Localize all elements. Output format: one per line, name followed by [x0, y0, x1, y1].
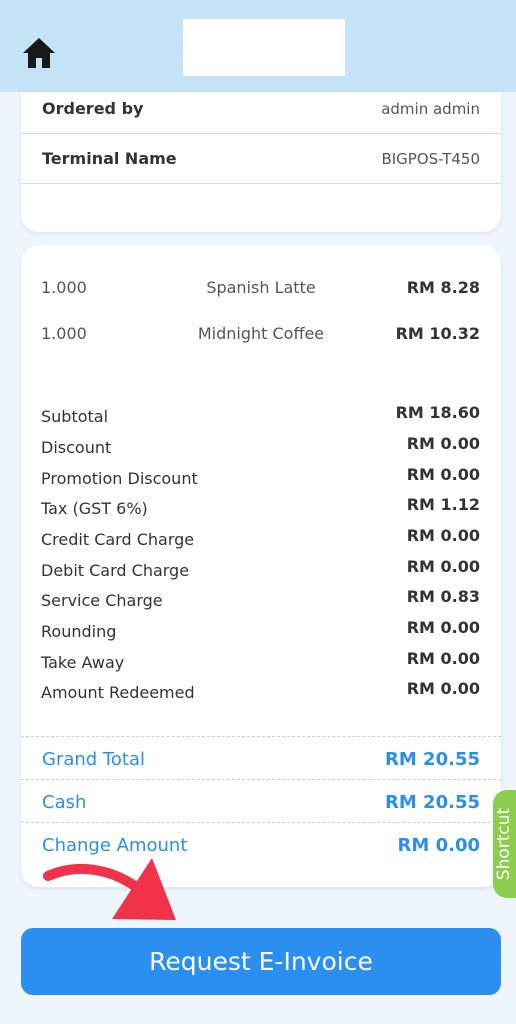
summary-value: RM 0.00 — [406, 526, 480, 545]
summary-value: RM 0.00 — [406, 649, 480, 668]
item-price: RM 8.28 — [406, 278, 480, 297]
cash-label: Cash — [42, 792, 87, 813]
store-logo — [183, 19, 345, 76]
summary-row-take-away: Take Away RM 0.00 — [21, 649, 501, 677]
summary-row-debit-card-charge: Debit Card Charge RM 0.00 — [21, 557, 501, 585]
summary-value: RM 0.00 — [406, 618, 480, 637]
summary-row-credit-card-charge: Credit Card Charge RM 0.00 — [21, 526, 501, 554]
summary-value: RM 0.83 — [406, 587, 480, 606]
summary-value: RM 0.00 — [406, 434, 480, 453]
summary-label: Subtotal — [41, 407, 109, 426]
summary-value: RM 1.12 — [406, 495, 480, 514]
home-button[interactable] — [20, 35, 58, 71]
ordered-by-value: admin admin — [381, 99, 480, 118]
summary-label: Take Away — [41, 653, 125, 672]
grand-total-label: Grand Total — [42, 749, 145, 770]
item-quantity: 1.000 — [41, 324, 87, 343]
item-price: RM 10.32 — [395, 324, 480, 343]
summary-label: Amount Redeemed — [41, 683, 195, 702]
order-info-card: Ordered by admin admin Terminal Name BIG… — [21, 92, 501, 232]
summary-label: Discount — [41, 438, 112, 457]
summary-label: Debit Card Charge — [41, 561, 190, 580]
summary-label: Tax (GST 6%) — [41, 499, 148, 518]
summary-row-discount: Discount RM 0.00 — [21, 434, 501, 462]
item-name: Midnight Coffee — [197, 324, 325, 343]
cash-value: RM 20.55 — [385, 792, 480, 813]
summary-row-rounding: Rounding RM 0.00 — [21, 618, 501, 646]
grand-total-row: Grand Total RM 20.55 — [21, 736, 501, 778]
shortcut-label: Shortcut — [494, 807, 514, 881]
cash-row: Cash RM 20.55 — [21, 779, 501, 821]
item-name: Spanish Latte — [206, 278, 316, 297]
receipt-card: 1.000 Spanish Latte RM 8.28 1.000 Midnig… — [21, 245, 501, 887]
shortcut-tab[interactable]: Shortcut — [493, 790, 516, 898]
request-einvoice-button[interactable]: Request E-Invoice — [21, 928, 501, 995]
terminal-name-value: BIGPOS-T450 — [381, 149, 480, 168]
item-quantity: 1.000 — [41, 278, 87, 297]
list-item: 1.000 Spanish Latte RM 8.28 — [21, 278, 501, 302]
summary-row-subtotal: Subtotal RM 18.60 — [21, 403, 501, 431]
summary-label: Promotion Discount — [41, 469, 198, 488]
summary-value: RM 0.00 — [406, 557, 480, 576]
terminal-name-row: Terminal Name BIGPOS-T450 — [21, 134, 501, 184]
change-amount-value: RM 0.00 — [397, 835, 480, 856]
grand-total-value: RM 20.55 — [385, 749, 480, 770]
summary-row-promotion-discount: Promotion Discount RM 0.00 — [21, 465, 501, 493]
ordered-by-row: Ordered by admin admin — [21, 84, 501, 134]
red-arrow-icon — [43, 858, 176, 920]
summary-row-service-charge: Service Charge RM 0.83 — [21, 587, 501, 615]
summary-label: Service Charge — [41, 591, 163, 610]
terminal-name-label: Terminal Name — [42, 149, 177, 168]
summary-label: Rounding — [41, 622, 117, 641]
summary-value: RM 0.00 — [406, 465, 480, 484]
summary-label: Credit Card Charge — [41, 530, 195, 549]
list-item: 1.000 Midnight Coffee RM 10.32 — [21, 324, 501, 348]
home-icon — [23, 38, 55, 68]
summary-value: RM 18.60 — [395, 403, 480, 422]
summary-value: RM 0.00 — [406, 679, 480, 698]
app-header — [0, 0, 516, 92]
summary-row-amount-redeemed: Amount Redeemed RM 0.00 — [21, 679, 501, 707]
ordered-by-label: Ordered by — [42, 99, 144, 118]
summary-row-tax: Tax (GST 6%) RM 1.12 — [21, 495, 501, 523]
